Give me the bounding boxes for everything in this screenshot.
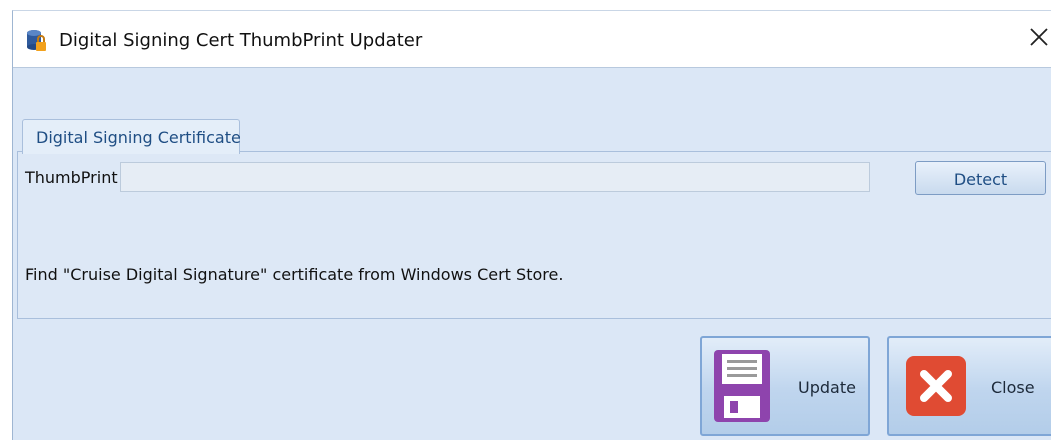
update-button-label: Update bbox=[798, 378, 856, 397]
database-lock-icon bbox=[27, 30, 46, 51]
tab-label: Digital Signing Certificate bbox=[36, 128, 241, 147]
update-button[interactable]: Update bbox=[700, 336, 870, 436]
hint-text: Find "Cruise Digital Signature" certific… bbox=[25, 265, 564, 284]
thumbprint-input[interactable] bbox=[120, 162, 870, 192]
close-button-label: Close bbox=[991, 378, 1035, 397]
detect-button-label: Detect bbox=[953, 170, 1008, 189]
close-icon[interactable] bbox=[1027, 25, 1051, 49]
window-title: Digital Signing Cert ThumbPrint Updater bbox=[59, 30, 423, 51]
detect-button[interactable]: Detect bbox=[915, 161, 1046, 195]
close-button[interactable]: Close bbox=[887, 336, 1051, 436]
updater-window: Digital Signing Cert ThumbPrint Updater … bbox=[12, 10, 1051, 440]
thumbprint-label: ThumbPrint bbox=[25, 168, 118, 187]
title-bar: Digital Signing Cert ThumbPrint Updater bbox=[13, 11, 1051, 68]
floppy-disk-icon bbox=[714, 350, 770, 422]
tab-digital-signing-certificate[interactable]: Digital Signing Certificate bbox=[22, 119, 241, 154]
red-x-icon bbox=[906, 356, 966, 416]
